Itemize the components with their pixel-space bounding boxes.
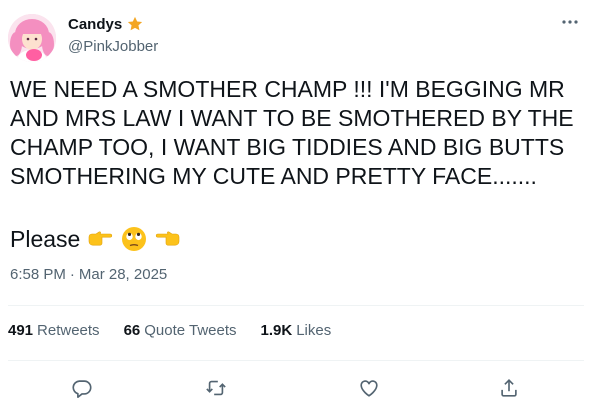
reply-button[interactable] bbox=[68, 374, 96, 402]
like-button[interactable] bbox=[355, 374, 383, 402]
tweet-closing-line: Please bbox=[10, 225, 182, 253]
tweet-date[interactable]: Mar 28, 2025 bbox=[79, 266, 167, 283]
share-icon bbox=[501, 379, 517, 397]
retweets-label: Retweets bbox=[37, 322, 100, 339]
likes-count: 1.9K bbox=[260, 322, 293, 339]
tweet-text: WE NEED A SMOTHER CHAMP !!! I'M BEGGING … bbox=[10, 76, 580, 189]
tweet-stats: 491 Retweets 66 Quote Tweets 1.9K Likes bbox=[8, 322, 331, 339]
tweet-time[interactable]: 6:58 PM bbox=[10, 266, 66, 283]
divider bbox=[8, 305, 584, 306]
star-icon bbox=[128, 16, 143, 31]
likes-label: Likes bbox=[296, 322, 332, 339]
display-name[interactable]: Candys bbox=[68, 16, 122, 33]
like-icon bbox=[360, 380, 378, 397]
retweets-stat[interactable]: 491 Retweets bbox=[8, 322, 100, 339]
author-handle[interactable]: @PinkJobber bbox=[68, 38, 158, 55]
avatar[interactable] bbox=[8, 14, 56, 62]
more-options-icon[interactable] bbox=[560, 12, 580, 32]
tweet-timestamp: 6:58 PM · Mar 28, 2025 bbox=[10, 266, 167, 283]
retweet-icon bbox=[206, 380, 226, 396]
rolling-eyes-emoji bbox=[122, 227, 147, 251]
retweets-count: 491 bbox=[8, 322, 34, 339]
reply-icon bbox=[72, 380, 92, 398]
pointing-left-emoji bbox=[156, 231, 180, 246]
share-button[interactable] bbox=[495, 374, 523, 402]
retweet-button[interactable] bbox=[202, 374, 230, 402]
quote-tweets-count: 66 bbox=[123, 322, 141, 339]
tweet-card: Candys @PinkJobber WE NEED A SMOTHER CHA… bbox=[0, 0, 592, 416]
quote-tweets-stat[interactable]: 66 Quote Tweets bbox=[124, 322, 237, 339]
avatar-image bbox=[8, 14, 56, 62]
quote-tweets-label: Quote Tweets bbox=[144, 322, 237, 339]
author-name-row: Candys bbox=[68, 15, 144, 33]
closing-word: Please bbox=[10, 225, 81, 252]
likes-stat[interactable]: 1.9K Likes bbox=[261, 322, 332, 339]
pointing-right-emoji bbox=[89, 231, 113, 246]
timestamp-separator: · bbox=[69, 266, 75, 283]
tweet-actions bbox=[0, 370, 592, 406]
divider bbox=[8, 360, 584, 361]
